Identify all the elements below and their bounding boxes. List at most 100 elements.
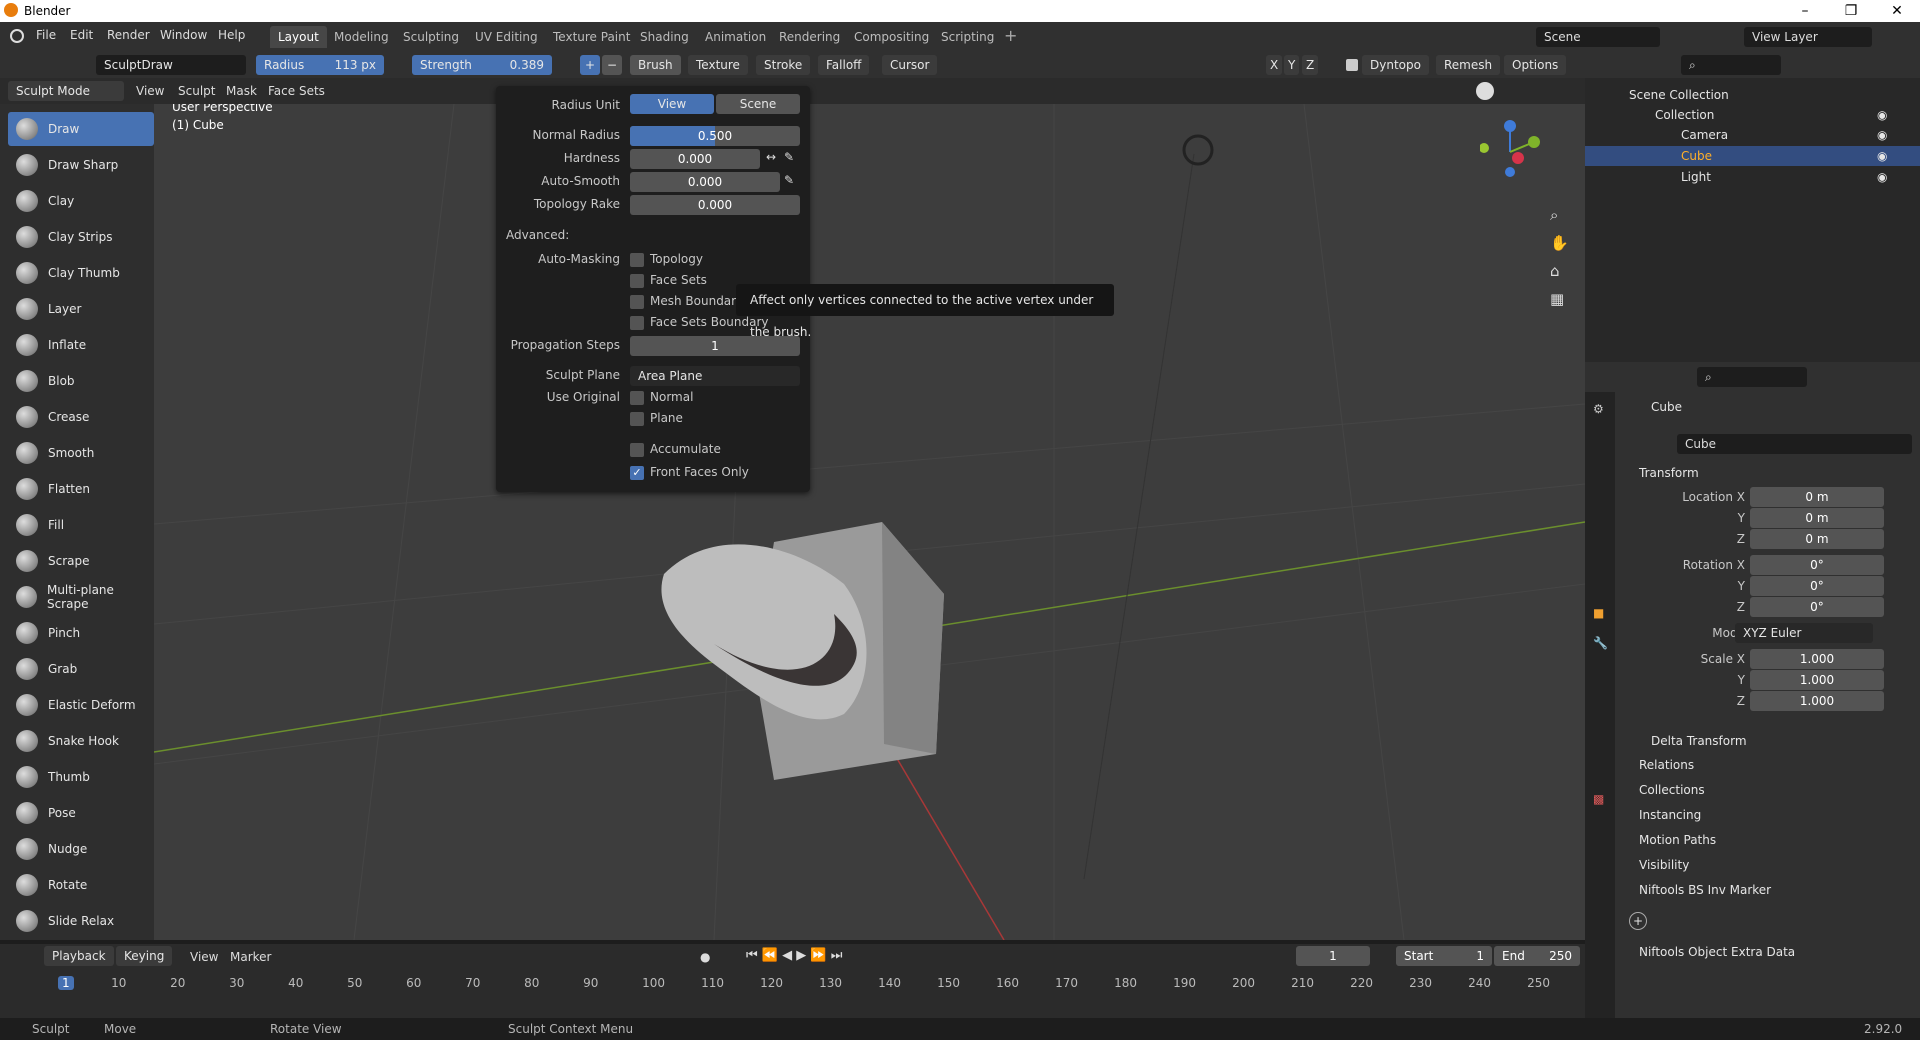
object-name-field[interactable]: Cube: [1677, 434, 1912, 454]
location-z-field[interactable]: 0 m: [1750, 529, 1884, 549]
tool-scrape[interactable]: Scrape: [8, 544, 154, 578]
tool-layer[interactable]: Layer: [8, 292, 154, 326]
playback-controls[interactable]: ⏮ ⏪ ◀ ▶ ⏩ ⏭: [746, 948, 842, 963]
relations-section[interactable]: Relations: [1639, 758, 1694, 772]
tool-clay[interactable]: Clay: [8, 184, 154, 218]
cursor-menu[interactable]: Cursor: [882, 55, 938, 75]
hardness-pressure-icon[interactable]: ✎: [784, 150, 794, 164]
tool-fill[interactable]: Fill: [8, 508, 154, 542]
add-workspace-icon[interactable]: +: [1004, 26, 1017, 45]
topology-checkbox[interactable]: [630, 253, 644, 267]
outliner-item-cube[interactable]: Cube: [1681, 149, 1712, 167]
properties-search-input[interactable]: ⌕: [1697, 367, 1807, 387]
subtract-mode-button[interactable]: −: [602, 55, 622, 75]
tool-rotate[interactable]: Rotate: [8, 868, 154, 902]
scale-z-field[interactable]: 1.000: [1750, 691, 1884, 711]
frame-ruler[interactable]: 1 10 20 30 40 50 60 70 80 90 100 110 120 130 140 150 160…: [0, 974, 1585, 994]
tab-texture-paint[interactable]: Texture Paint: [545, 26, 638, 48]
texture-menu[interactable]: Texture: [688, 55, 748, 75]
end-frame-field[interactable]: End 250: [1494, 946, 1580, 966]
rotation-x-field[interactable]: 0°: [1750, 555, 1884, 575]
texture-tab-icon[interactable]: ▩: [1593, 792, 1604, 806]
location-y-field[interactable]: 0 m: [1750, 508, 1884, 528]
tool-multi-plane-scrape[interactable]: Multi-plane Scrape: [8, 580, 154, 614]
camera-visibility-icon[interactable]: ◉: [1877, 128, 1887, 142]
tool-flatten[interactable]: Flatten: [8, 472, 154, 506]
view-layer-selector[interactable]: View Layer: [1744, 27, 1872, 47]
pressure-invert-icon[interactable]: ↔: [766, 150, 776, 164]
mesh-boundary-checkbox[interactable]: [630, 295, 644, 309]
tab-animation[interactable]: Animation: [697, 26, 774, 48]
sculpt-plane-dropdown[interactable]: Area Plane: [630, 366, 800, 386]
brush-menu[interactable]: Brush: [630, 55, 681, 75]
motion-paths-section[interactable]: Motion Paths: [1639, 833, 1716, 847]
outliner-collection[interactable]: Collection: [1655, 108, 1714, 126]
tool-crease[interactable]: Crease: [8, 400, 154, 434]
tab-rendering[interactable]: Rendering: [771, 26, 848, 48]
brush-name-field[interactable]: SculptDraw: [96, 55, 246, 75]
collections-section[interactable]: Collections: [1639, 783, 1705, 797]
outliner-item-light[interactable]: Light: [1681, 170, 1711, 188]
tab-layout[interactable]: Layout: [270, 26, 327, 48]
minimize-icon[interactable]: –: [1782, 0, 1828, 22]
tool-snake-hook[interactable]: Snake Hook: [8, 724, 154, 758]
tab-sculpting[interactable]: Sculpting: [395, 26, 467, 48]
close-icon[interactable]: ✕: [1874, 0, 1920, 22]
light-visibility-icon[interactable]: ◉: [1877, 170, 1887, 184]
transform-section[interactable]: Transform: [1639, 466, 1699, 480]
start-frame-field[interactable]: Start 1: [1396, 946, 1492, 966]
tab-scripting[interactable]: Scripting: [933, 26, 1002, 48]
grid-view-icon[interactable]: ▦: [1550, 290, 1564, 308]
stroke-menu[interactable]: Stroke: [756, 55, 811, 75]
dyntopo-checkbox[interactable]: [1346, 59, 1358, 71]
auto-smooth-pressure-icon[interactable]: ✎: [784, 173, 794, 187]
use-original-plane-checkbox[interactable]: [630, 412, 644, 426]
symmetry-y[interactable]: Y: [1284, 55, 1300, 75]
tool-nudge[interactable]: Nudge: [8, 832, 154, 866]
outliner-item-camera[interactable]: Camera: [1681, 128, 1728, 146]
tool-elastic-deform[interactable]: Elastic Deform: [8, 688, 154, 722]
cube-visibility-icon[interactable]: ◉: [1877, 149, 1887, 163]
symmetry-x[interactable]: X: [1266, 55, 1283, 75]
tool-smooth[interactable]: Smooth: [8, 436, 154, 470]
rotation-mode-dropdown[interactable]: XYZ Euler: [1735, 623, 1873, 643]
scene-selector[interactable]: Scene: [1536, 27, 1660, 47]
rotation-y-field[interactable]: 0°: [1750, 576, 1884, 596]
blender-menu-icon[interactable]: [10, 29, 24, 43]
current-frame-field[interactable]: 1: [1296, 946, 1370, 966]
tool-blob[interactable]: Blob: [8, 364, 154, 398]
instancing-section[interactable]: Instancing: [1639, 808, 1701, 822]
menu-edit[interactable]: Edit: [70, 28, 93, 42]
tab-shading[interactable]: Shading: [632, 26, 697, 48]
navigation-gizmo[interactable]: [1479, 120, 1540, 180]
radius-field[interactable]: Radius 113 px: [256, 55, 384, 75]
symmetry-z[interactable]: Z: [1302, 55, 1319, 75]
options-menu[interactable]: Options: [1504, 55, 1567, 75]
menu-face-sets[interactable]: Face Sets: [268, 84, 325, 98]
tool-draw-sharp[interactable]: Draw Sharp: [8, 148, 154, 182]
menu-sculpt[interactable]: Sculpt: [178, 84, 215, 98]
tool-inflate[interactable]: Inflate: [8, 328, 154, 362]
maximize-icon[interactable]: ❐: [1828, 0, 1874, 22]
menu-mask[interactable]: Mask: [226, 84, 257, 98]
add-mode-button[interactable]: +: [580, 55, 600, 75]
scale-y-field[interactable]: 1.000: [1750, 670, 1884, 690]
menu-file[interactable]: File: [36, 28, 56, 42]
playback-menu[interactable]: Playback: [44, 946, 114, 966]
menu-render[interactable]: Render: [107, 28, 150, 42]
delta-transform-section[interactable]: Delta Transform: [1651, 734, 1747, 748]
object-tab-icon[interactable]: ■: [1593, 606, 1604, 620]
auto-smooth-field[interactable]: 0.000: [630, 172, 780, 192]
menu-window[interactable]: Window: [160, 28, 207, 42]
keying-menu[interactable]: Keying: [116, 946, 173, 966]
pan-hand-icon[interactable]: ✋: [1550, 234, 1569, 252]
timeline-view-menu[interactable]: View: [190, 950, 218, 964]
tool-clay-thumb[interactable]: Clay Thumb: [8, 256, 154, 290]
camera-view-icon[interactable]: ⌂: [1550, 262, 1560, 280]
outliner-scene-collection[interactable]: Scene Collection: [1629, 88, 1729, 106]
dyntopo-menu[interactable]: Dyntopo: [1362, 55, 1429, 75]
normal-radius-slider[interactable]: 0.500: [630, 126, 800, 146]
use-original-normal-checkbox[interactable]: [630, 391, 644, 405]
add-marker-icon[interactable]: +: [1629, 912, 1647, 930]
tab-uv-editing[interactable]: UV Editing: [467, 26, 546, 48]
